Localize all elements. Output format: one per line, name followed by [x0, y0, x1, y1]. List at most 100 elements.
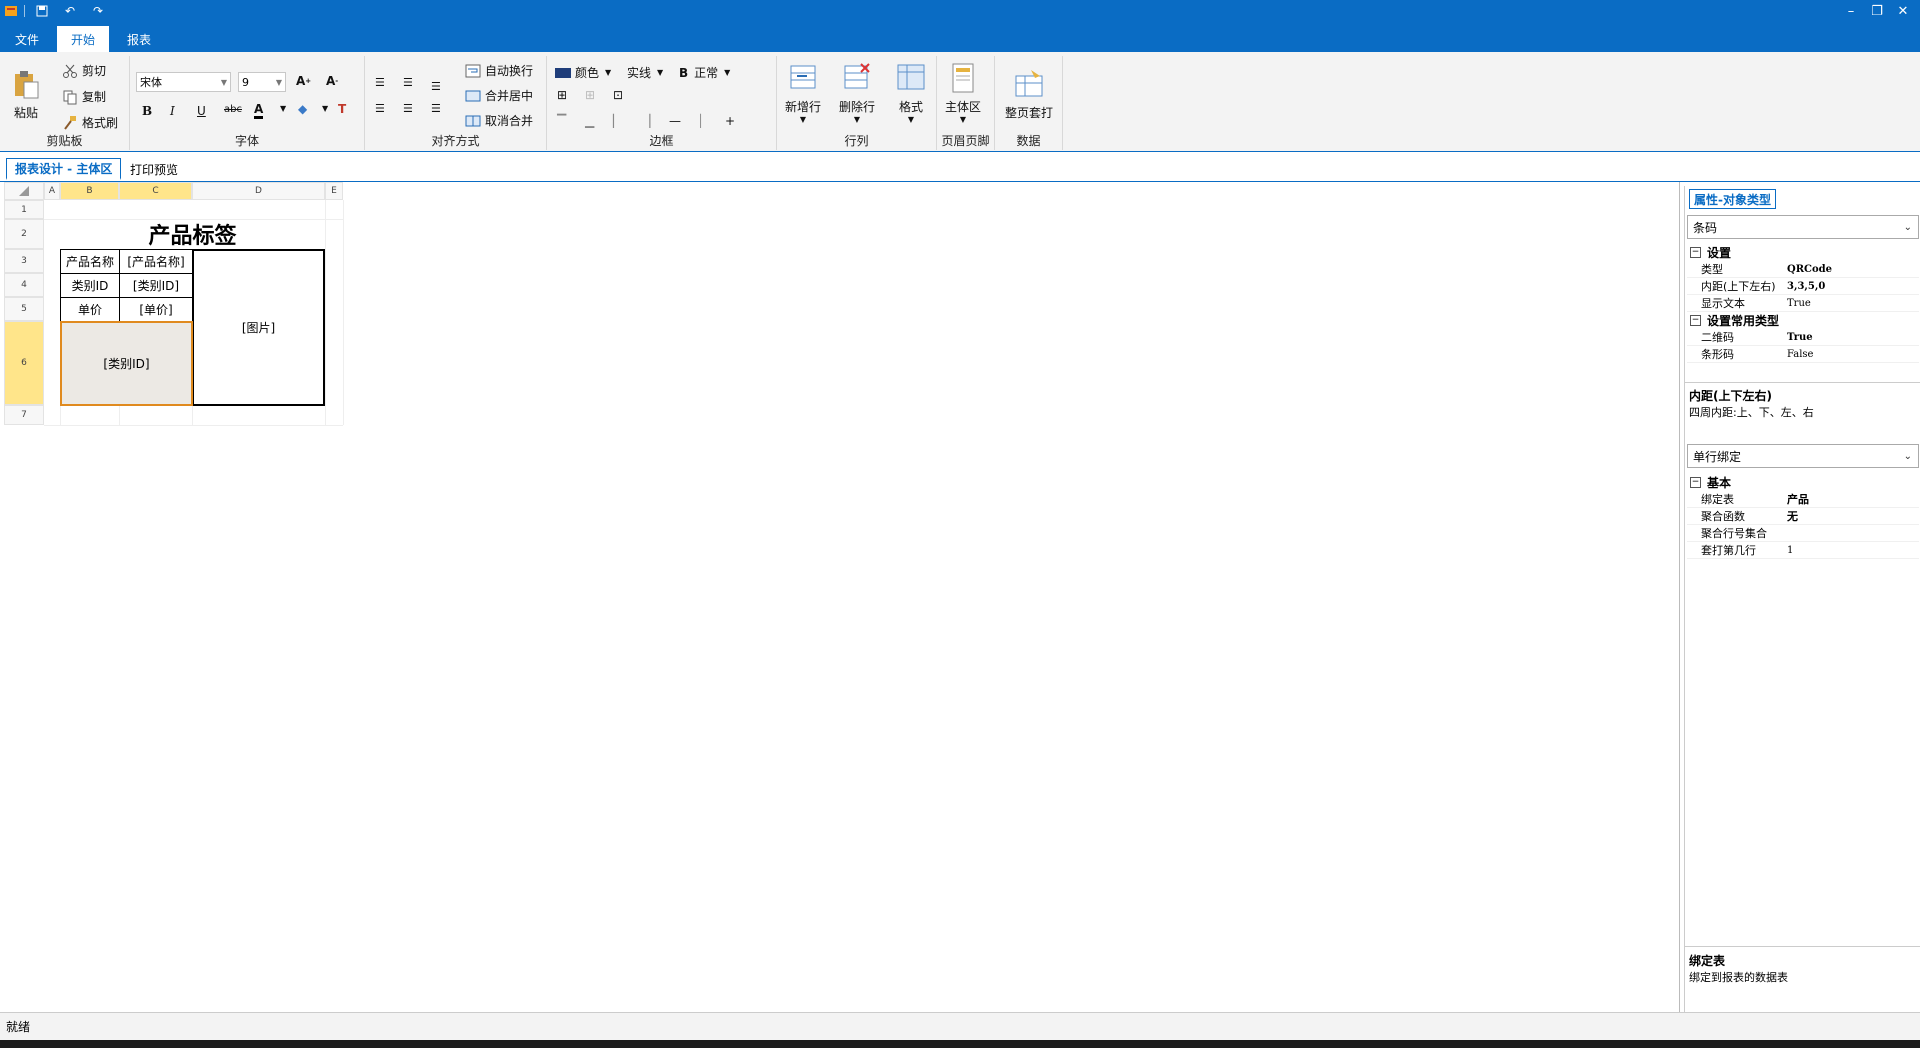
cell-b4[interactable]: 类别ID	[60, 273, 120, 298]
report-title-cell[interactable]: 产品标签	[60, 219, 325, 249]
collapse-icon[interactable]: −	[1690, 247, 1701, 258]
format-painter-button[interactable]: 格式刷	[62, 114, 118, 131]
prop-value[interactable]: False	[1784, 349, 1919, 360]
cell-c4[interactable]: [类别ID]	[119, 273, 193, 298]
chevron-down-icon[interactable]: ▼	[322, 104, 328, 113]
tab-report-design[interactable]: 报表设计 - 主体区	[6, 158, 122, 180]
prop-value[interactable]: True	[1784, 298, 1919, 309]
unmerge-button[interactable]: 取消合并	[465, 112, 533, 129]
horizontal-border-icon[interactable]: —	[669, 114, 681, 128]
shrink-font-icon[interactable]: A-	[326, 74, 338, 88]
left-border-icon[interactable]: ▏	[613, 114, 622, 128]
line-style-button[interactable]: 实线 ▼	[627, 64, 663, 81]
column-header-b[interactable]: B	[60, 182, 119, 200]
prop-row[interactable]: 内距(上下左右) 3,3,5,0	[1687, 278, 1919, 295]
collapse-icon[interactable]: −	[1690, 477, 1701, 488]
align-bottom-icon[interactable]: ☰	[431, 80, 441, 93]
paste-button[interactable]: 粘贴	[10, 68, 42, 121]
row-header-4[interactable]: 4	[4, 273, 44, 297]
line-weight-button[interactable]: B 正常 ▼	[679, 64, 730, 81]
object-type-select[interactable]: 条码 ⌄	[1687, 215, 1919, 239]
category-settings[interactable]: − 设置	[1687, 244, 1919, 261]
inner-borders-icon[interactable]: ⊞	[585, 88, 595, 102]
bold-icon[interactable]: B	[142, 104, 152, 118]
right-border-icon[interactable]: ▕	[641, 114, 650, 128]
select-all-corner[interactable]	[4, 182, 44, 200]
cell-c3[interactable]: [产品名称]	[119, 249, 193, 274]
restore-icon[interactable]: ❐	[1864, 0, 1890, 22]
prop-value[interactable]: 产品	[1784, 491, 1919, 507]
outer-borders-icon[interactable]: ⊡	[613, 88, 623, 102]
column-header-c[interactable]: C	[119, 182, 192, 200]
all-borders-icon[interactable]: ⊞	[557, 88, 567, 102]
cell-b3[interactable]: 产品名称	[60, 249, 120, 274]
prop-row[interactable]: 显示文本 True	[1687, 295, 1919, 312]
font-family-select[interactable]: 宋体 ▼	[136, 72, 231, 92]
redo-icon[interactable]: ↷	[91, 4, 105, 18]
menu-tab-report[interactable]: 报表	[113, 26, 165, 52]
chevron-down-icon[interactable]: ▼	[280, 104, 286, 113]
strikethrough-icon[interactable]: abc	[224, 104, 242, 115]
prop-value[interactable]: True	[1784, 332, 1919, 343]
prop-row[interactable]: 套打第几行 1	[1687, 542, 1919, 559]
clear-format-icon[interactable]: T	[338, 102, 346, 116]
column-header-d[interactable]: D	[192, 182, 325, 200]
copy-button[interactable]: 复制	[62, 88, 106, 105]
binding-type-select[interactable]: 单行绑定 ⌄	[1687, 444, 1919, 468]
tab-print-preview[interactable]: 打印预览	[122, 158, 186, 180]
close-icon[interactable]: ✕	[1890, 0, 1916, 22]
menu-tab-home[interactable]: 开始	[57, 26, 110, 52]
row-header-1[interactable]: 1	[4, 200, 44, 219]
format-button[interactable]: 格式 ▼	[895, 62, 927, 124]
minimize-icon[interactable]: –	[1838, 0, 1864, 22]
prop-row[interactable]: 类型 QRCode	[1687, 261, 1919, 278]
prop-value[interactable]: 1	[1784, 545, 1919, 556]
align-left-icon[interactable]: ☰	[375, 102, 385, 115]
menu-tab-file[interactable]: 文件	[1, 26, 53, 52]
cell-d3-image[interactable]: [图片]	[192, 249, 325, 406]
category-common[interactable]: − 设置常用类型	[1687, 312, 1919, 329]
row-header-2[interactable]: 2	[4, 219, 44, 249]
report-sheet[interactable]: A B C D E 1 2 3 4 5 6 7 产品标签 产品名称 [产品名称]…	[0, 182, 1680, 1012]
add-row-button[interactable]: 新增行 ▼	[785, 62, 821, 124]
align-right-icon[interactable]: ☰	[431, 102, 441, 115]
grow-font-icon[interactable]: A +	[296, 74, 311, 88]
delete-row-button[interactable]: 删除行 ▼	[839, 62, 875, 124]
save-icon[interactable]	[35, 4, 49, 18]
fill-color-icon[interactable]: ◆	[298, 102, 307, 116]
top-border-icon[interactable]: ▔	[557, 114, 566, 128]
collapse-icon[interactable]: −	[1690, 315, 1701, 326]
prop-row[interactable]: 二维码 True	[1687, 329, 1919, 346]
inner-cross-border-icon[interactable]: +	[725, 114, 735, 128]
column-header-a[interactable]: A	[44, 182, 60, 200]
cell-c5[interactable]: [单价]	[119, 297, 193, 322]
prop-row[interactable]: 绑定表 产品	[1687, 491, 1919, 508]
column-header-e[interactable]: E	[325, 182, 343, 200]
prop-row[interactable]: 条形码 False	[1687, 346, 1919, 363]
align-center-icon[interactable]: ☰	[403, 102, 413, 115]
cut-button[interactable]: 剪切	[62, 62, 106, 79]
font-color-icon[interactable]: A	[254, 102, 264, 119]
underline-icon[interactable]: U	[197, 104, 206, 118]
align-top-icon[interactable]: ☰	[375, 76, 385, 89]
align-middle-icon[interactable]: ☰	[403, 76, 413, 89]
italic-icon[interactable]: I	[170, 104, 175, 118]
prop-value[interactable]: 无	[1784, 508, 1919, 524]
row-header-7[interactable]: 7	[4, 405, 44, 425]
bottom-border-icon[interactable]: ▁	[585, 114, 594, 128]
tab-properties[interactable]: 属性-对象类型	[1689, 189, 1776, 209]
merge-center-button[interactable]: 合并居中	[465, 87, 533, 104]
prop-row[interactable]: 聚合行号集合	[1687, 525, 1919, 542]
cell-b6-selected[interactable]: [类别ID]	[60, 321, 193, 406]
main-area-button[interactable]: 主体区 ▼	[945, 62, 981, 124]
prop-value[interactable]: QRCode	[1784, 264, 1919, 275]
row-header-3[interactable]: 3	[4, 249, 44, 273]
row-header-5[interactable]: 5	[4, 297, 44, 321]
category-basic[interactable]: − 基本	[1687, 474, 1919, 491]
row-header-6[interactable]: 6	[4, 321, 44, 405]
undo-icon[interactable]: ↶	[63, 4, 77, 18]
prop-row[interactable]: 聚合函数 无	[1687, 508, 1919, 525]
prop-value[interactable]: 3,3,5,0	[1784, 281, 1919, 292]
cell-b5[interactable]: 单价	[60, 297, 120, 322]
full-page-print-button[interactable]: 整页套打	[1005, 68, 1053, 121]
